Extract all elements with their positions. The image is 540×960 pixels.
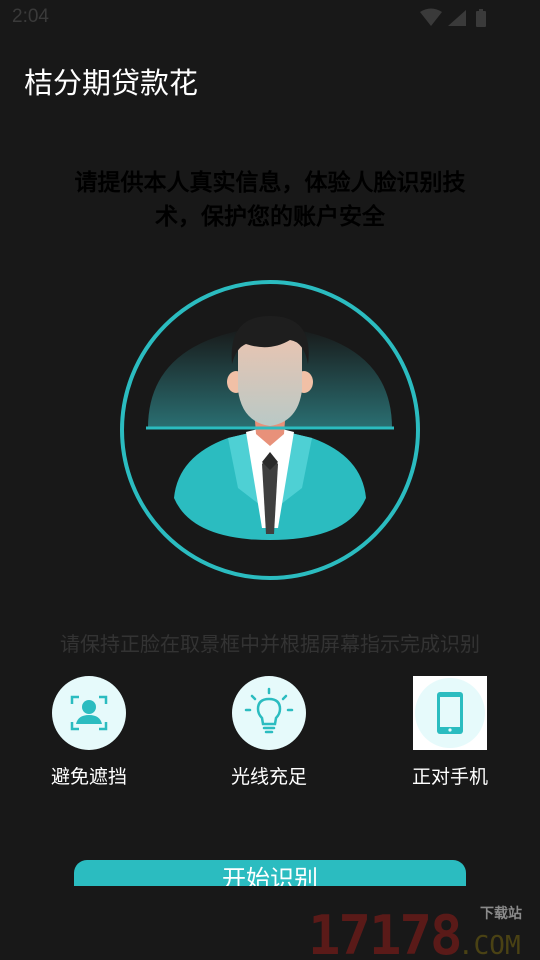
tip-label: 正对手机 [411,766,488,788]
lightbulb-icon [232,676,306,750]
watermark-domain: .COM [458,931,521,958]
signal-icon [448,10,466,26]
status-time: 2:04 [12,6,49,27]
face-scan-icon [52,676,126,750]
watermark-tag: 下载站 [480,905,522,922]
wifi-icon [420,8,442,26]
app-title: 桔分期贷款花 [24,66,199,100]
tip-avoid-blocking: 避免遮挡 [19,676,159,789]
instruction-text: 请保持正脸在取景框中并根据屏幕指示完成识别 [60,632,480,656]
tip-enough-light: 光线充足 [199,676,339,789]
watermark-number: 17178 [308,904,461,958]
phone-icon [413,676,487,750]
start-button-label: 开始识别 [222,865,318,886]
battery-icon [476,9,486,27]
headline-text: 请提供本人真实信息，体验人脸识别技术，保护您的账户安全 [74,170,466,230]
status-bar: 2:04 [0,0,540,36]
tip-face-phone: 正对手机 [380,676,520,789]
start-recognition-button[interactable]: 开始识别 [74,860,466,886]
watermark-logo: 17178 下载站 .COM [308,904,522,958]
face-frame [120,280,420,580]
tip-label: 光线充足 [230,766,307,788]
status-icons [420,8,486,27]
tip-label: 避免遮挡 [50,766,127,788]
